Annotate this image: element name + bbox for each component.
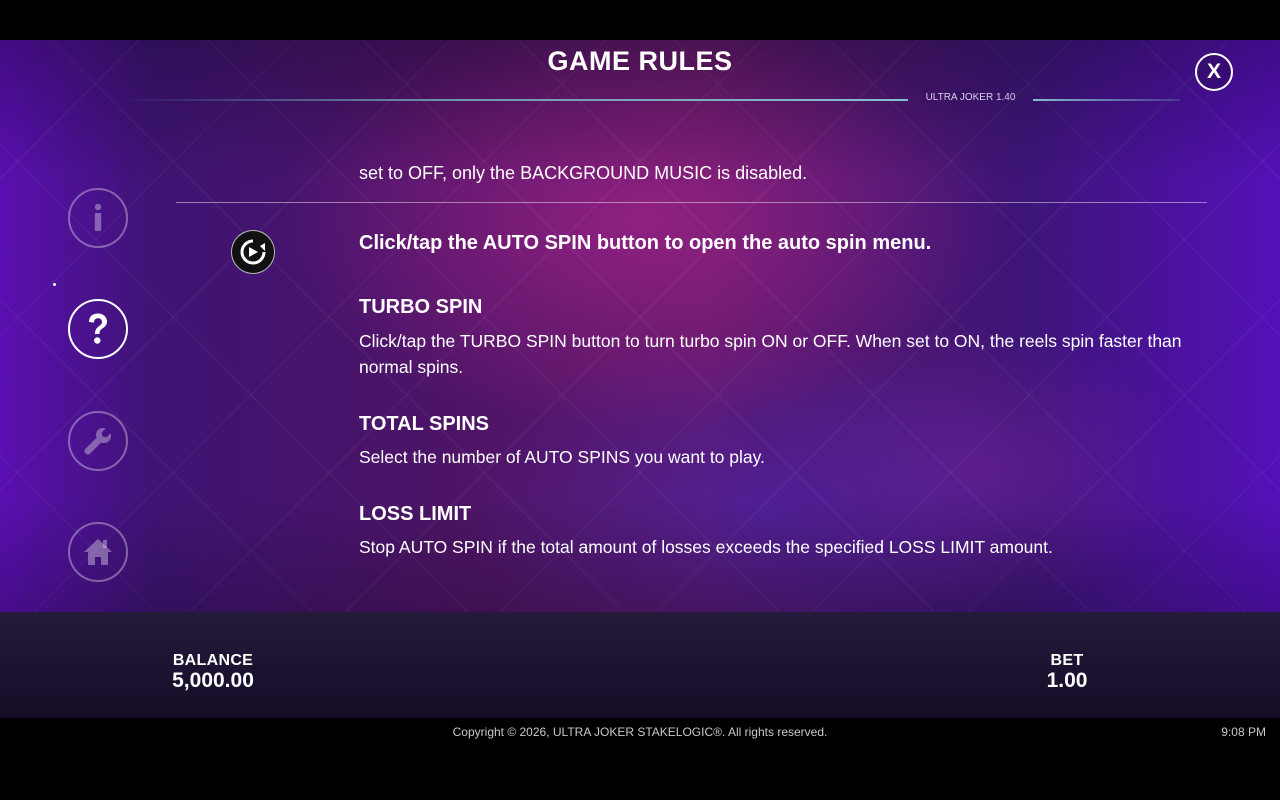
- close-icon: X: [1206, 60, 1221, 83]
- home-button[interactable]: [68, 522, 128, 582]
- page-title: GAME RULES: [547, 46, 733, 76]
- bet-label: BET: [1050, 652, 1084, 669]
- bet-display: BET 1.00: [1017, 652, 1117, 693]
- wrench-icon: [84, 428, 111, 455]
- version-label: ULTRA JOKER 1.40: [925, 92, 1016, 103]
- section-body-loss-limit: Stop AUTO SPIN if the total amount of lo…: [359, 537, 1053, 557]
- balance-display: BALANCE 5,000.00: [153, 652, 273, 693]
- section-body-total-spins: Select the number of AUTO SPINS you want…: [359, 447, 765, 467]
- close-button[interactable]: X: [1195, 53, 1233, 91]
- autospin-arrow-icon: [240, 239, 266, 265]
- rules-divider: [176, 202, 1207, 203]
- question-icon: [89, 313, 107, 344]
- footer: Copyright © 2026, ULTRA JOKER STAKELOGIC…: [0, 718, 1280, 800]
- balance-label: BALANCE: [172, 652, 254, 669]
- autospin-icon: [231, 230, 275, 274]
- balance-value: 5,000.00: [172, 669, 254, 692]
- title-divider-right: [1033, 99, 1180, 101]
- clock: 9:08 PM: [1221, 725, 1266, 739]
- title-divider-left: [120, 99, 908, 101]
- info-icon: [94, 203, 102, 231]
- info-button[interactable]: [68, 188, 128, 248]
- autospin-description: Click/tap the AUTO SPIN button to open t…: [359, 232, 932, 254]
- settings-button[interactable]: [68, 411, 128, 471]
- background-vignette: [0, 40, 1280, 612]
- home-icon: [84, 539, 112, 565]
- status-bar: BALANCE 5,000.00 BET 1.00: [0, 612, 1280, 718]
- help-button[interactable]: [68, 299, 128, 359]
- top-black-bar: [0, 0, 1280, 40]
- active-indicator-dot: [53, 283, 56, 286]
- game-rules-panel: [0, 40, 1280, 612]
- copyright-text: Copyright © 2026, ULTRA JOKER STAKELOGIC…: [452, 725, 828, 739]
- section-title-total-spins: TOTAL SPINS: [359, 413, 490, 435]
- section-title-turbo-spin: TURBO SPIN: [359, 296, 483, 318]
- section-title-loss-limit: LOSS LIMIT: [359, 503, 472, 525]
- rules-prev-text: set to OFF, only the BACKGROUND MUSIC is…: [359, 163, 808, 183]
- bet-value: 1.00: [1046, 669, 1088, 692]
- section-body-turbo-spin: Click/tap the TURBO SPIN button to turn …: [359, 331, 1182, 377]
